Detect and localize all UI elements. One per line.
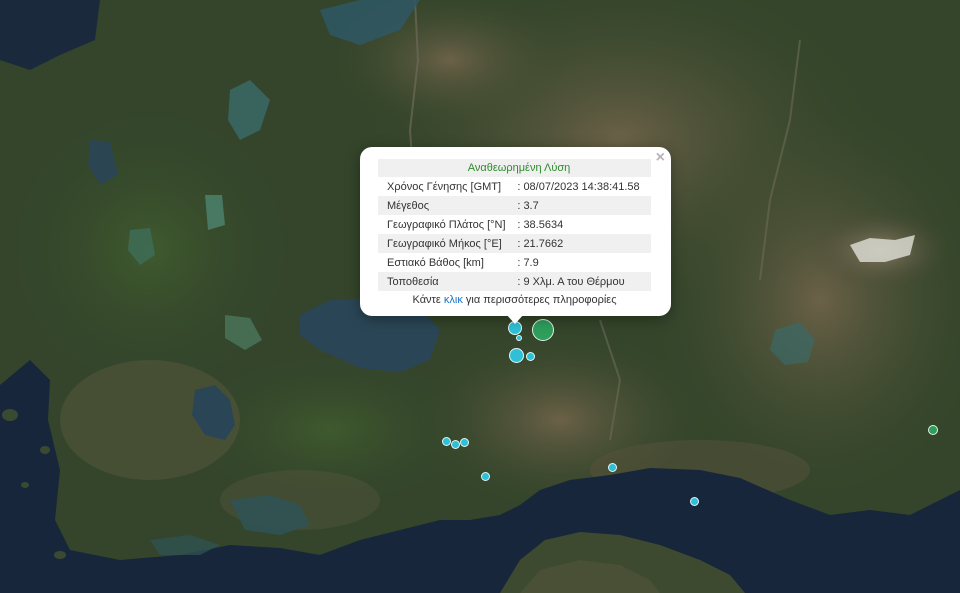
- row-value: : 08/07/2023 14:38:41.58: [517, 180, 640, 193]
- earthquake-marker[interactable]: [928, 425, 938, 435]
- more-info-text: Κάντε κλικ για περισσότερες πληροφορίες: [378, 294, 651, 306]
- table-row: Γεωγραφικό Μήκος [°E] : 21.7662: [378, 234, 651, 253]
- row-label: Γεωγραφικό Πλάτος [°N]: [387, 218, 506, 231]
- row-value: : 21.7662: [517, 234, 651, 253]
- earthquake-marker[interactable]: [442, 437, 451, 446]
- more-info-suffix: για περισσότερες πληροφορίες: [465, 294, 617, 306]
- table-row: Τοποθεσία : 9 Χλμ. Α του Θέρμου: [378, 272, 651, 291]
- row-label: Εστιακό Βάθος [km]: [387, 256, 484, 269]
- earthquake-marker[interactable]: [608, 463, 617, 472]
- row-value: : 38.5634: [517, 218, 564, 231]
- earthquake-marker[interactable]: [509, 348, 524, 363]
- row-label: Χρόνος Γένησης [GMT]: [387, 180, 502, 193]
- earthquake-marker[interactable]: [460, 438, 469, 447]
- earthquake-marker[interactable]: [526, 352, 535, 361]
- row-value: : 9 Χλμ. Α του Θέρμου: [517, 272, 651, 291]
- row-value: : 3.7: [517, 196, 651, 215]
- row-value: : 7.9: [517, 256, 539, 269]
- table-row: Χρόνος Γένησης [GMT] : 08/07/2023 14:38:…: [378, 177, 651, 196]
- more-info-prefix: Κάντε: [412, 294, 441, 306]
- earthquake-info-popup: × Αναθεωρημένη Λύση Χρόνος Γένησης [GMT]…: [360, 147, 671, 316]
- map-view[interactable]: × Αναθεωρημένη Λύση Χρόνος Γένησης [GMT]…: [0, 0, 960, 593]
- earthquake-marker[interactable]: [690, 497, 699, 506]
- earthquake-marker[interactable]: [532, 319, 554, 341]
- popup-title: Αναθεωρημένη Λύση: [378, 159, 651, 177]
- row-label: Μέγεθος: [378, 196, 518, 215]
- table-row: Μέγεθος : 3.7: [378, 196, 651, 215]
- table-row: Εστιακό Βάθος [km] : 7.9: [378, 253, 651, 272]
- close-icon[interactable]: ×: [656, 149, 665, 167]
- row-label: Γεωγραφικό Μήκος [°E]: [378, 234, 518, 253]
- table-row: Γεωγραφικό Πλάτος [°N] : 38.5634: [378, 215, 651, 234]
- earthquake-marker[interactable]: [451, 440, 460, 449]
- earthquake-marker[interactable]: [481, 472, 490, 481]
- earthquake-marker[interactable]: [516, 335, 522, 341]
- popup-tip: [506, 314, 524, 324]
- earthquake-details-table: Αναθεωρημένη Λύση Χρόνος Γένησης [GMT] :…: [378, 159, 651, 291]
- more-info-link[interactable]: κλικ: [444, 294, 463, 306]
- row-label: Τοποθεσία: [378, 272, 518, 291]
